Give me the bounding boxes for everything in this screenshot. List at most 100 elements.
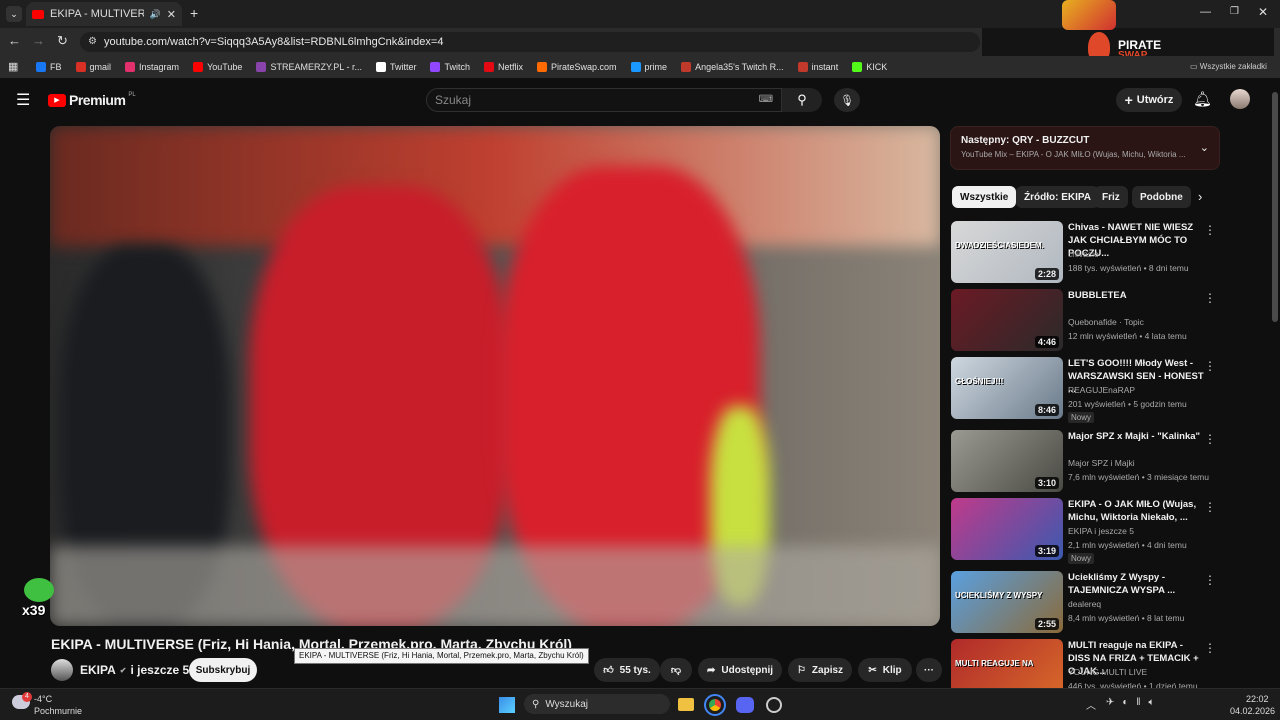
bookmark-label: prime — [644, 62, 668, 72]
bookmark-item[interactable]: FB — [36, 62, 62, 72]
like-button[interactable]: 👍︎ 55 tys. — [594, 658, 660, 682]
forward-icon[interactable]: → — [32, 33, 45, 48]
page-scrollbar[interactable] — [1272, 92, 1278, 322]
minimize-icon[interactable]: — — [1200, 6, 1211, 18]
card-channel: YOUNG MULTI LIVE — [1068, 667, 1148, 677]
more-vertical-icon[interactable]: ⋮ — [1204, 500, 1216, 514]
recommendation-card[interactable]: DWADZIEŚCIASIEDEM. 2:28 Chivas - NAWET N… — [950, 221, 1220, 285]
site-info-icon[interactable]: ⚙ — [88, 36, 97, 47]
menu-hamburger-icon[interactable]: ☰ — [16, 90, 30, 110]
windows-start-icon[interactable] — [499, 697, 515, 713]
bookmark-item[interactable]: gmail — [75, 62, 111, 72]
back-icon[interactable]: ← — [8, 33, 21, 48]
browser-tab[interactable]: EKIPA - MULTIVERSE (Friz, H 🔊 ✕ — [26, 2, 182, 26]
chip-friz[interactable]: Friz — [1094, 186, 1128, 208]
bookmark-label: Angela35's Twitch R... — [695, 62, 784, 72]
chip-source-ekipa[interactable]: Źródło: EKIPA — [1016, 186, 1100, 208]
chips-next-icon[interactable]: › — [1198, 189, 1202, 204]
bookmark-item[interactable]: Instagram — [125, 62, 179, 72]
keyboard-icon[interactable]: ⌨ — [759, 94, 773, 105]
app-icon[interactable] — [766, 697, 782, 713]
search-input[interactable]: Szukaj ⌨ — [426, 88, 782, 112]
reload-icon[interactable]: ↻ — [57, 33, 68, 49]
close-window-icon[interactable]: ✕ — [1258, 5, 1268, 19]
more-vertical-icon[interactable]: ⋮ — [1204, 359, 1216, 373]
more-vertical-icon[interactable]: ⋮ — [1204, 432, 1216, 446]
close-tab-icon[interactable]: ✕ — [167, 8, 176, 21]
file-explorer-icon[interactable] — [678, 698, 694, 711]
share-label: Udostępnij — [721, 664, 774, 676]
voice-search-button[interactable]: 🎙︎ — [834, 88, 860, 112]
share-button[interactable]: ➦ Udostępnij — [698, 658, 782, 682]
youtube-logo[interactable]: ▶ Premium PL — [48, 92, 136, 108]
bookmark-item[interactable]: Angela35's Twitch R... — [681, 62, 784, 72]
bookmark-item[interactable]: instant — [797, 62, 838, 72]
subscribe-button[interactable]: Subskrybuj — [189, 658, 257, 682]
notifications-bell-icon[interactable]: 🔔︎ — [1193, 90, 1212, 108]
bookmark-item[interactable]: KICK — [852, 62, 887, 72]
apps-grid-icon[interactable]: ▦ — [8, 60, 18, 73]
search-button[interactable]: ⚲ — [782, 88, 822, 112]
bookmark-item[interactable]: PirateSwap.com — [537, 62, 617, 72]
video-thumbnail[interactable]: GŁOŚNIEJ!!! 8:46 — [951, 357, 1063, 419]
chip-all[interactable]: Wszystkie — [952, 186, 1017, 208]
video-thumbnail[interactable]: 4:46 — [951, 289, 1063, 351]
chevron-down-icon[interactable]: ⌄ — [1200, 141, 1209, 154]
duration-badge: 2:28 — [1034, 268, 1059, 280]
more-vertical-icon[interactable]: ⋮ — [1204, 223, 1216, 237]
save-button[interactable]: ⚐ Zapisz — [788, 658, 852, 682]
weather-badge: 4 — [22, 692, 32, 702]
chrome-icon[interactable] — [704, 694, 726, 716]
create-button[interactable]: + Utwórz — [1116, 88, 1182, 112]
bookmark-item[interactable]: YouTube — [193, 62, 242, 72]
recommendation-card[interactable]: 3:19 EKIPA - O JAK MIŁO (Wujas, Michu, W… — [950, 498, 1220, 564]
discord-icon[interactable] — [736, 697, 754, 713]
tab-search-icon[interactable]: ⌄ — [6, 6, 22, 22]
card-meta: 7,6 mln wyświetleń • 3 miesiące temu — [1068, 472, 1209, 482]
channel-avatar[interactable] — [51, 659, 73, 681]
bookmark-item[interactable]: STREAMERZY.PL - r... — [256, 62, 362, 72]
bookmark-label: KICK — [866, 62, 888, 72]
clip-button[interactable]: ✂ Klip — [858, 658, 912, 682]
tray-chevron-icon[interactable]: ︿ — [1086, 697, 1096, 712]
bookmark-item[interactable]: Twitch — [430, 62, 470, 72]
logo-suffix: PL — [128, 92, 136, 98]
more-vertical-icon[interactable]: ⋮ — [1204, 573, 1216, 587]
video-floor — [50, 546, 940, 626]
chip-similar[interactable]: Podobne — [1132, 186, 1191, 208]
duration-badge: 2:55 — [1034, 618, 1059, 630]
recommendation-card[interactable]: MULTI REAGUJE NA MULTI reaguje na EKIPA … — [950, 639, 1220, 701]
video-thumbnail[interactable]: DWADZIEŚCIASIEDEM. 2:28 — [951, 221, 1063, 283]
more-actions-button[interactable]: ··· — [916, 658, 942, 682]
more-vertical-icon[interactable]: ⋮ — [1204, 641, 1216, 655]
bookmark-favicon-icon — [36, 62, 46, 72]
address-bar[interactable]: ⚙ youtube.com/watch?v=Siqqq3A5Ay8&list=R… — [80, 32, 980, 52]
all-bookmarks[interactable]: ▭ Wszystkie zakładki — [1190, 62, 1267, 71]
bookmark-item[interactable]: prime — [630, 62, 668, 72]
account-avatar[interactable] — [1230, 89, 1250, 109]
more-vertical-icon[interactable]: ⋮ — [1204, 291, 1216, 305]
tray-icons[interactable]: ✈◐ǁ🔈︎ — [1106, 697, 1163, 708]
recommendation-card[interactable]: 3:10 Major SPZ x Majki - "Kalinka" Major… — [950, 430, 1220, 494]
dislike-button[interactable]: 👎︎ — [660, 658, 692, 682]
up-next-panel[interactable]: Następny: QRY - BUZZCUT YouTube Mix – EK… — [950, 126, 1220, 170]
plus-icon: + — [1124, 92, 1133, 108]
channel-info[interactable]: EKIPA ✔ i jeszcze 5 — [80, 663, 189, 677]
bookmark-item[interactable]: Twitter — [375, 62, 417, 72]
bookmark-item[interactable]: Netflix — [484, 62, 523, 72]
video-thumbnail[interactable]: UCIEKLIŚMY Z WYSPY 2:55 — [951, 571, 1063, 633]
bookmark-favicon-icon — [630, 62, 641, 72]
video-thumbnail[interactable]: 3:19 — [951, 498, 1063, 560]
recommendation-card[interactable]: GŁOŚNIEJ!!! 8:46 LET'S GOO!!!! Młody Wes… — [950, 357, 1220, 423]
bookmark-label: Instagram — [139, 62, 180, 72]
video-thumbnail[interactable]: 3:10 — [951, 430, 1063, 492]
video-player[interactable] — [50, 126, 940, 626]
restore-icon[interactable]: ❐ — [1230, 6, 1239, 17]
bookmark-label: Twitter — [389, 62, 417, 72]
recommendation-card[interactable]: 4:46 BUBBLETEA Quebonafide · Topic 12 ml… — [950, 289, 1220, 353]
taskbar-search[interactable]: ⚲ Wyszukaj — [524, 694, 670, 714]
new-tab-icon[interactable]: + — [190, 5, 198, 21]
logo-text: Premium — [69, 92, 126, 108]
speaker-icon[interactable]: 🔊 — [150, 9, 161, 20]
recommendation-card[interactable]: UCIEKLIŚMY Z WYSPY 2:55 Uciekliśmy Z Wys… — [950, 571, 1220, 635]
